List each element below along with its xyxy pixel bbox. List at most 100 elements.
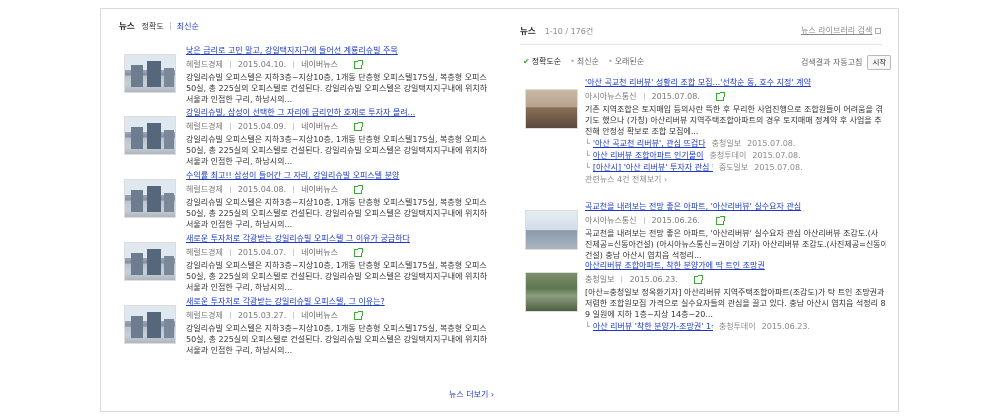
start-button[interactable]: 시작 [867, 55, 892, 70]
news-meta: 아시아뉴스통신 2015.06.26. [585, 215, 886, 226]
related-news-date: 2015.06.23. [761, 322, 810, 331]
naver-news-link[interactable]: 네이버뉴스 [301, 59, 338, 70]
news-thumbnail[interactable] [525, 272, 578, 312]
related-news-title[interactable]: [아산시] '아산 리버뷰' 투자자 관심 한... [593, 162, 713, 173]
related-news-row: └[아산시] '아산 리버뷰' 투자자 관심 한... 중도일보 2015.07.0… [585, 162, 886, 173]
news-library-search-link[interactable]: 뉴스 라이브러리 검색 [801, 25, 882, 36]
news-thumbnail[interactable] [124, 179, 176, 218]
news-date: 2015.06.23. [629, 275, 678, 284]
sort-latest[interactable]: 최신순 [177, 21, 199, 32]
snippet-line: 50실, 총 225실의 오피스텔로 건설된다. 강일리슈빌 오피스텔은 강일택… [186, 84, 487, 93]
news-library-label[interactable]: 뉴스 라이브러리 검색 [801, 26, 872, 35]
divider [229, 61, 231, 68]
news-thumbnail[interactable] [124, 116, 176, 155]
related-news-title[interactable]: 아산 리버뷰 '착한 분양가-조망권' 1석2조 [593, 321, 713, 332]
open-new-window-icon[interactable] [715, 91, 725, 101]
news-meta: 헤럴드경제 2015.04.09. 네이버뉴스 [186, 121, 487, 132]
news-headline[interactable]: 수익률 최고!! 삼성이 들어간 그 자리, 강일리슈빌 오피스텔 분양 [186, 170, 487, 181]
news-date: 2015.04.09. [237, 122, 287, 131]
related-news-source: 충청투데이 [718, 322, 756, 331]
related-news-all-link[interactable]: 관련뉴스 4건 전체보기 › [585, 174, 886, 185]
open-new-window-icon[interactable] [353, 184, 363, 194]
naver-news-link[interactable]: 네이버뉴스 [301, 184, 338, 195]
naver-news-link[interactable]: 네이버뉴스 [301, 247, 338, 258]
sort-options: ✔ 정확도순 • 최신순 • 오래된순 [523, 56, 653, 67]
header-divider [520, 44, 882, 45]
divider [229, 186, 231, 193]
news-headline[interactable]: 새로운 투자처로 각광받는 강일리슈빌 오피스텔 그 이유가 궁금하다 [186, 233, 487, 244]
news-headline[interactable]: 낮은 금리로 고민 말고, 강일택지지구에 들어선 계룡리슈빌 주목 [186, 45, 487, 56]
related-news-source: 중도일보 [718, 163, 749, 172]
news-snippet: 기존 지역조합은 토지매입 등의사란 뜩한 후 무리한 사업진행으로 조합원들이… [585, 104, 886, 137]
open-new-window-icon[interactable] [353, 59, 363, 69]
news-headline[interactable]: 곡교천을 내려보는 전망 좋은 아파트, '아산리버뷰' 실수요자 관심 [585, 201, 886, 212]
news-date: 2015.07.08. [651, 92, 700, 101]
related-news-date: 2015.07.08. [747, 139, 796, 148]
news-meta: 헤럴드경제 2015.04.08. 네이버뉴스 [186, 184, 487, 195]
news-thumbnail[interactable] [124, 242, 176, 281]
news-source: 아시아뉴스통신 [585, 92, 637, 101]
news-headline[interactable]: 새로운 투자처로 각광받는 강일리슈빌 오피스텔, 그 이유는? [186, 296, 487, 307]
news-source: 헤럴드경제 [186, 311, 223, 320]
snippet-line: 강일리슈빌 오피스텔은 지하3층~지상10층, 1개동 단층형 오피스텔175실… [186, 324, 487, 333]
related-news-title[interactable]: '아산 곡교천 리버뷰', 관심 뜨겁다 [593, 138, 706, 149]
related-news-date: 2015.07.08. [752, 151, 801, 160]
sort-latest-option[interactable]: 최신순 [577, 56, 599, 67]
news-source: 헤럴드경제 [186, 60, 223, 69]
news-more-link[interactable]: 뉴스 더보기 › [449, 389, 494, 400]
news-source: 아시아뉴스통신 [585, 216, 637, 225]
sub-arrow-icon: └ [585, 151, 590, 160]
related-news-row: └아산 리버뷰 '착한 분양가-조망권' 1석2조 충청투데이 2015.06.23… [585, 321, 886, 332]
open-new-window-icon[interactable] [715, 215, 725, 225]
news-thumbnail[interactable] [124, 54, 176, 93]
news-headline[interactable]: 강일리슈빌, 삼성이 선택한 그 자리에 금리인하 호재로 투자자 몰려... [186, 107, 487, 118]
open-new-window-icon[interactable] [353, 247, 363, 257]
open-new-window-icon[interactable] [353, 121, 363, 131]
snippet-line: 50실, 총 225실의 오피스텔로 건설된다. 강일리슈빌 오피스텔은 강일택… [186, 335, 487, 344]
naver-news-link[interactable]: 네이버뉴스 [301, 310, 338, 321]
news-thumbnail[interactable] [124, 305, 176, 344]
divider [229, 123, 231, 130]
news-list-item: 강일리슈빌, 삼성이 선택한 그 자리에 금리인하 호재로 투자자 몰려... 헤… [117, 107, 487, 166]
news-meta: 충청일보 2015.06.23. [585, 274, 886, 285]
result-count: 1-10 / 176건 [544, 26, 594, 36]
news-snippet: 강일리슈빌 오피스텔은 지하3층~지상10층, 1개동 단층형 오피스텔175실… [186, 72, 487, 105]
auto-refresh-label: 검색결과 자동고침 [801, 58, 863, 67]
news-list-item: 수익률 최고!! 삼성이 들어간 그 자리, 강일리슈빌 오피스텔 분양헤럴드경… [117, 170, 487, 229]
snippet-line: [아산=충청일보 정옥환기자] 아산리버뷰 지역주택조합아파트(조감도)가 탁 … [585, 288, 885, 297]
news-thumbnail[interactable] [525, 89, 578, 129]
news-meta: 헤럴드경제 2015.03.27. 네이버뉴스 [186, 310, 487, 321]
related-news-title[interactable]: 아산 리버뷰 조합아파트 인기몰이 [593, 150, 704, 161]
snippet-line: 강일리슈빌 오피스텔은 지하3층~지상10층, 1개동 단층형 오피스텔175실… [186, 198, 487, 207]
snippet-line: 기도 했으나 (가칭) 아산리버뷰 지역주택조합아파트의 경우 토지매매 정계약… [585, 116, 882, 125]
snippet-line: 50실, 총 225실의 오피스텔로 건설된다. 강일리슈빌 오피스텔은 강일택… [186, 146, 487, 155]
right-panel-title: 뉴스 [520, 27, 536, 37]
bullet-icon: • [570, 57, 575, 66]
news-snippet: 강일리슈빌 오피스텔은 지하3층~지상10층, 1개동 단층형 오피스텔175실… [186, 260, 487, 293]
sort-accuracy-option[interactable]: 정확도순 [532, 56, 561, 67]
snippet-line: 곡교천을 내려보는 전망 좋은 아파트, '아산리버뷰' 실수요자 관심 아산리… [585, 229, 879, 238]
divider [643, 93, 645, 100]
sub-arrow-icon: └ [585, 322, 590, 331]
sort-accuracy[interactable]: 정확도 [142, 21, 164, 32]
news-headline[interactable]: '아산 곡교천 리버뷰' 성황리 조합 모집...'선착순 동, 호수 지정' … [585, 77, 886, 88]
news-thumbnail[interactable] [525, 210, 578, 250]
snippet-line: 기존 지역조합은 토지매입 등의사란 뜩한 후 무리한 사업진행으로 조합원들이… [585, 105, 883, 114]
news-headline[interactable]: 아산리버뷰 조합아파트, 착한 분양가에 딱 트인 조망권 [585, 260, 886, 271]
right-panel-header: 뉴스 1-10 / 176건 [520, 25, 594, 38]
naver-news-link[interactable]: 네이버뉴스 [301, 121, 338, 132]
snippet-line: 강일리슈빌 오피스텔은 지하3층~지상10층, 1개동 단층형 오피스텔175실… [186, 135, 487, 144]
news-date: 2015.04.07. [237, 248, 287, 257]
sub-arrow-icon: └ [585, 139, 590, 148]
news-date: 2015.03.27. [237, 311, 287, 320]
divider [293, 61, 295, 68]
open-new-window-icon[interactable] [353, 310, 363, 320]
news-meta: 헤럴드경제 2015.04.07. 네이버뉴스 [186, 247, 487, 258]
snippet-line: 진해 안정성 확보로 조합 모집에... [585, 127, 699, 136]
snippet-line: 서울과 인접한 구리, 하남시의... [186, 283, 293, 292]
snippet-line: 서울과 인접한 구리, 하남시의... [186, 95, 293, 104]
sort-oldest-option[interactable]: 오래된순 [615, 56, 644, 67]
open-new-window-icon[interactable] [693, 274, 703, 284]
news-snippet: 강일리슈빌 오피스텔은 지하3층~지상10층, 1개동 단층형 오피스텔175실… [186, 197, 487, 230]
news-list-item: 낮은 금리로 고민 말고, 강일택지지구에 들어선 계룡리슈빌 주목 헤럴드경제 2… [117, 45, 487, 104]
